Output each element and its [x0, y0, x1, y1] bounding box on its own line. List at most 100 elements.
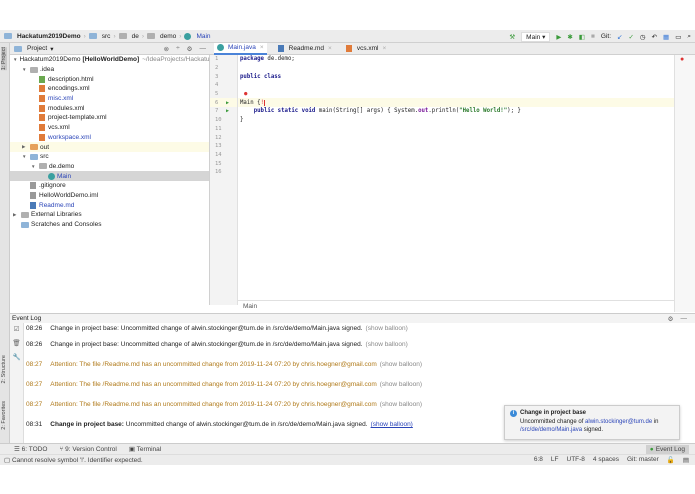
- balloon-email-link[interactable]: alwin.stockinger@tum.de: [585, 419, 652, 425]
- code-editor[interactable]: package de.demo; public class ● Main {! pub…: [238, 55, 674, 300]
- tool-todo[interactable]: ☰ 6: TODO: [14, 445, 47, 453]
- show-balloon-link[interactable]: (show balloon): [371, 421, 413, 428]
- vcs-update-icon[interactable]: ↙: [617, 33, 622, 41]
- tree-item[interactable]: ▼ de.demo: [10, 162, 209, 172]
- tree-item[interactable]: Readme.md: [10, 200, 209, 210]
- hide-icon[interactable]: —: [200, 45, 207, 53]
- tree-item[interactable]: ▼ Hackatum2019Demo [HelloWorldDemo] ~/IdeaP…: [10, 55, 215, 65]
- show-balloon-link[interactable]: (show balloon): [380, 401, 422, 408]
- tree-item[interactable]: ▶ out: [10, 142, 209, 152]
- run-config-select[interactable]: Main ▾: [521, 31, 551, 42]
- revert-icon[interactable]: ↶: [652, 33, 657, 41]
- error-stripe[interactable]: ●: [674, 55, 695, 312]
- expand-arrow-icon[interactable]: ▼: [13, 57, 17, 62]
- git-branch[interactable]: Git: master: [627, 456, 659, 464]
- error-bulb-icon[interactable]: ●: [244, 91, 247, 97]
- coverage-icon[interactable]: ◧: [579, 33, 585, 41]
- tree-item[interactable]: encodings.xml: [10, 84, 209, 94]
- project-structure-icon[interactable]: ▦: [663, 33, 669, 41]
- tree-item[interactable]: HelloWorldDemo.iml: [10, 191, 209, 201]
- xml-icon: [39, 95, 45, 103]
- run-gutter-icon[interactable]: ▶: [226, 108, 229, 114]
- balloon-path-link[interactable]: /src/de/demo/Main.java: [520, 427, 582, 433]
- memory-icon[interactable]: ▤: [683, 456, 689, 464]
- stop-icon[interactable]: ■: [591, 33, 595, 40]
- history-icon[interactable]: ◷: [640, 33, 646, 41]
- run-gutter-icon[interactable]: ▶: [226, 100, 229, 106]
- tool-terminal[interactable]: ▣ Terminal: [129, 445, 161, 453]
- collapse-icon[interactable]: ÷: [176, 45, 180, 53]
- tree-item[interactable]: workspace.xml: [10, 133, 209, 143]
- tree-item[interactable]: .gitignore: [10, 181, 209, 191]
- notification-balloon[interactable]: i Change in project base Uncommitted cha…: [504, 405, 680, 440]
- tree-item[interactable]: Main: [10, 171, 209, 181]
- debug-icon[interactable]: ✱: [567, 33, 572, 41]
- show-balloon-link[interactable]: (show balloon): [366, 341, 408, 348]
- tree-item[interactable]: ▼ .idea: [10, 65, 209, 75]
- tool-project[interactable]: 1: Project: [1, 47, 7, 71]
- gear-icon[interactable]: ⚙: [187, 45, 193, 53]
- tree-item[interactable]: ▼ src: [10, 152, 209, 162]
- tree-item[interactable]: misc.xml: [10, 94, 209, 104]
- indent-setting[interactable]: 4 spaces: [593, 456, 619, 464]
- run-icon[interactable]: ▶: [556, 33, 561, 41]
- crumb-de[interactable]: de: [132, 33, 139, 40]
- line-number: 3: [210, 72, 237, 81]
- tree-item[interactable]: project-template.xml: [10, 113, 209, 123]
- tool-favorites[interactable]: 2: Favorites: [1, 401, 7, 430]
- crumb-project[interactable]: Hackatum2019Demo: [17, 33, 81, 40]
- tree-item[interactable]: vcs.xml: [10, 123, 209, 133]
- wrench-icon[interactable]: 🔧: [10, 351, 23, 365]
- tool-version-control[interactable]: ⑂ 9: Version Control: [59, 446, 116, 453]
- close-icon[interactable]: ×: [328, 45, 332, 52]
- show-balloon-link[interactable]: (show balloon): [380, 361, 422, 368]
- expand-arrow-icon[interactable]: ▼: [22, 154, 30, 159]
- crumb-main[interactable]: Main: [196, 33, 210, 40]
- crumb-demo[interactable]: demo: [160, 33, 176, 40]
- expand-arrow-icon[interactable]: ▶: [22, 144, 30, 150]
- editor-crumb-main[interactable]: Main: [243, 303, 257, 310]
- file-encoding[interactable]: UTF-8: [567, 456, 585, 464]
- locate-icon[interactable]: ⊗: [164, 45, 169, 53]
- tree-item[interactable]: modules.xml: [10, 103, 209, 113]
- close-icon[interactable]: ×: [383, 45, 387, 52]
- line-separator[interactable]: LF: [551, 456, 559, 464]
- tab-main-java[interactable]: Main.java ×: [214, 42, 267, 55]
- build-hammer-icon[interactable]: ⚒: [509, 33, 515, 41]
- show-balloon-link[interactable]: (show balloon): [380, 381, 422, 388]
- vcs-commit-icon[interactable]: ✓: [628, 33, 633, 41]
- tab-label: Readme.md: [288, 45, 325, 52]
- close-icon[interactable]: ×: [260, 44, 264, 51]
- mark-read-icon[interactable]: ☑: [10, 323, 23, 337]
- log-message-text: Change in project base: Uncommitted chan…: [50, 340, 363, 348]
- expand-arrow-icon[interactable]: ▶: [13, 212, 21, 218]
- xml-icon: [39, 85, 45, 93]
- crumb-src[interactable]: src: [102, 33, 111, 40]
- event-log-button[interactable]: ● Event Log: [645, 445, 689, 454]
- status-message: Cannot resolve symbol '!'. Identifier ex…: [11, 457, 143, 464]
- tab-readme-md[interactable]: Readme.md ×: [275, 43, 335, 55]
- tree-item[interactable]: ▶ External Libraries: [10, 210, 209, 220]
- lock-icon[interactable]: 🔓: [667, 456, 675, 464]
- hide-icon[interactable]: —: [681, 315, 688, 323]
- show-balloon-link[interactable]: (show balloon): [366, 325, 408, 332]
- tree-item[interactable]: Scratches and Consoles: [10, 220, 209, 230]
- error-icon[interactable]: ●: [680, 56, 684, 63]
- code-line: public class: [238, 72, 674, 81]
- line-number-text: 10: [215, 117, 222, 124]
- tab-vcs-xml[interactable]: vcs.xml ×: [343, 43, 389, 55]
- tree-item[interactable]: description.html: [10, 74, 209, 84]
- search-icon[interactable]: ⌕: [687, 33, 691, 41]
- status-toggle-icon[interactable]: ▢: [4, 457, 10, 464]
- balloon-text: in: [652, 418, 659, 425]
- caret-position[interactable]: 6:8: [534, 456, 543, 464]
- tool-structure[interactable]: 2: Structure: [1, 355, 7, 383]
- xml-icon: [39, 133, 45, 141]
- window-icon[interactable]: ▭: [675, 33, 681, 41]
- expand-arrow-icon[interactable]: ▼: [22, 67, 30, 72]
- expand-arrow-icon[interactable]: ▼: [31, 164, 39, 169]
- line-number-text: 16: [215, 169, 222, 176]
- trash-icon[interactable]: 🗑: [10, 337, 23, 351]
- project-view-select[interactable]: Project: [27, 45, 47, 52]
